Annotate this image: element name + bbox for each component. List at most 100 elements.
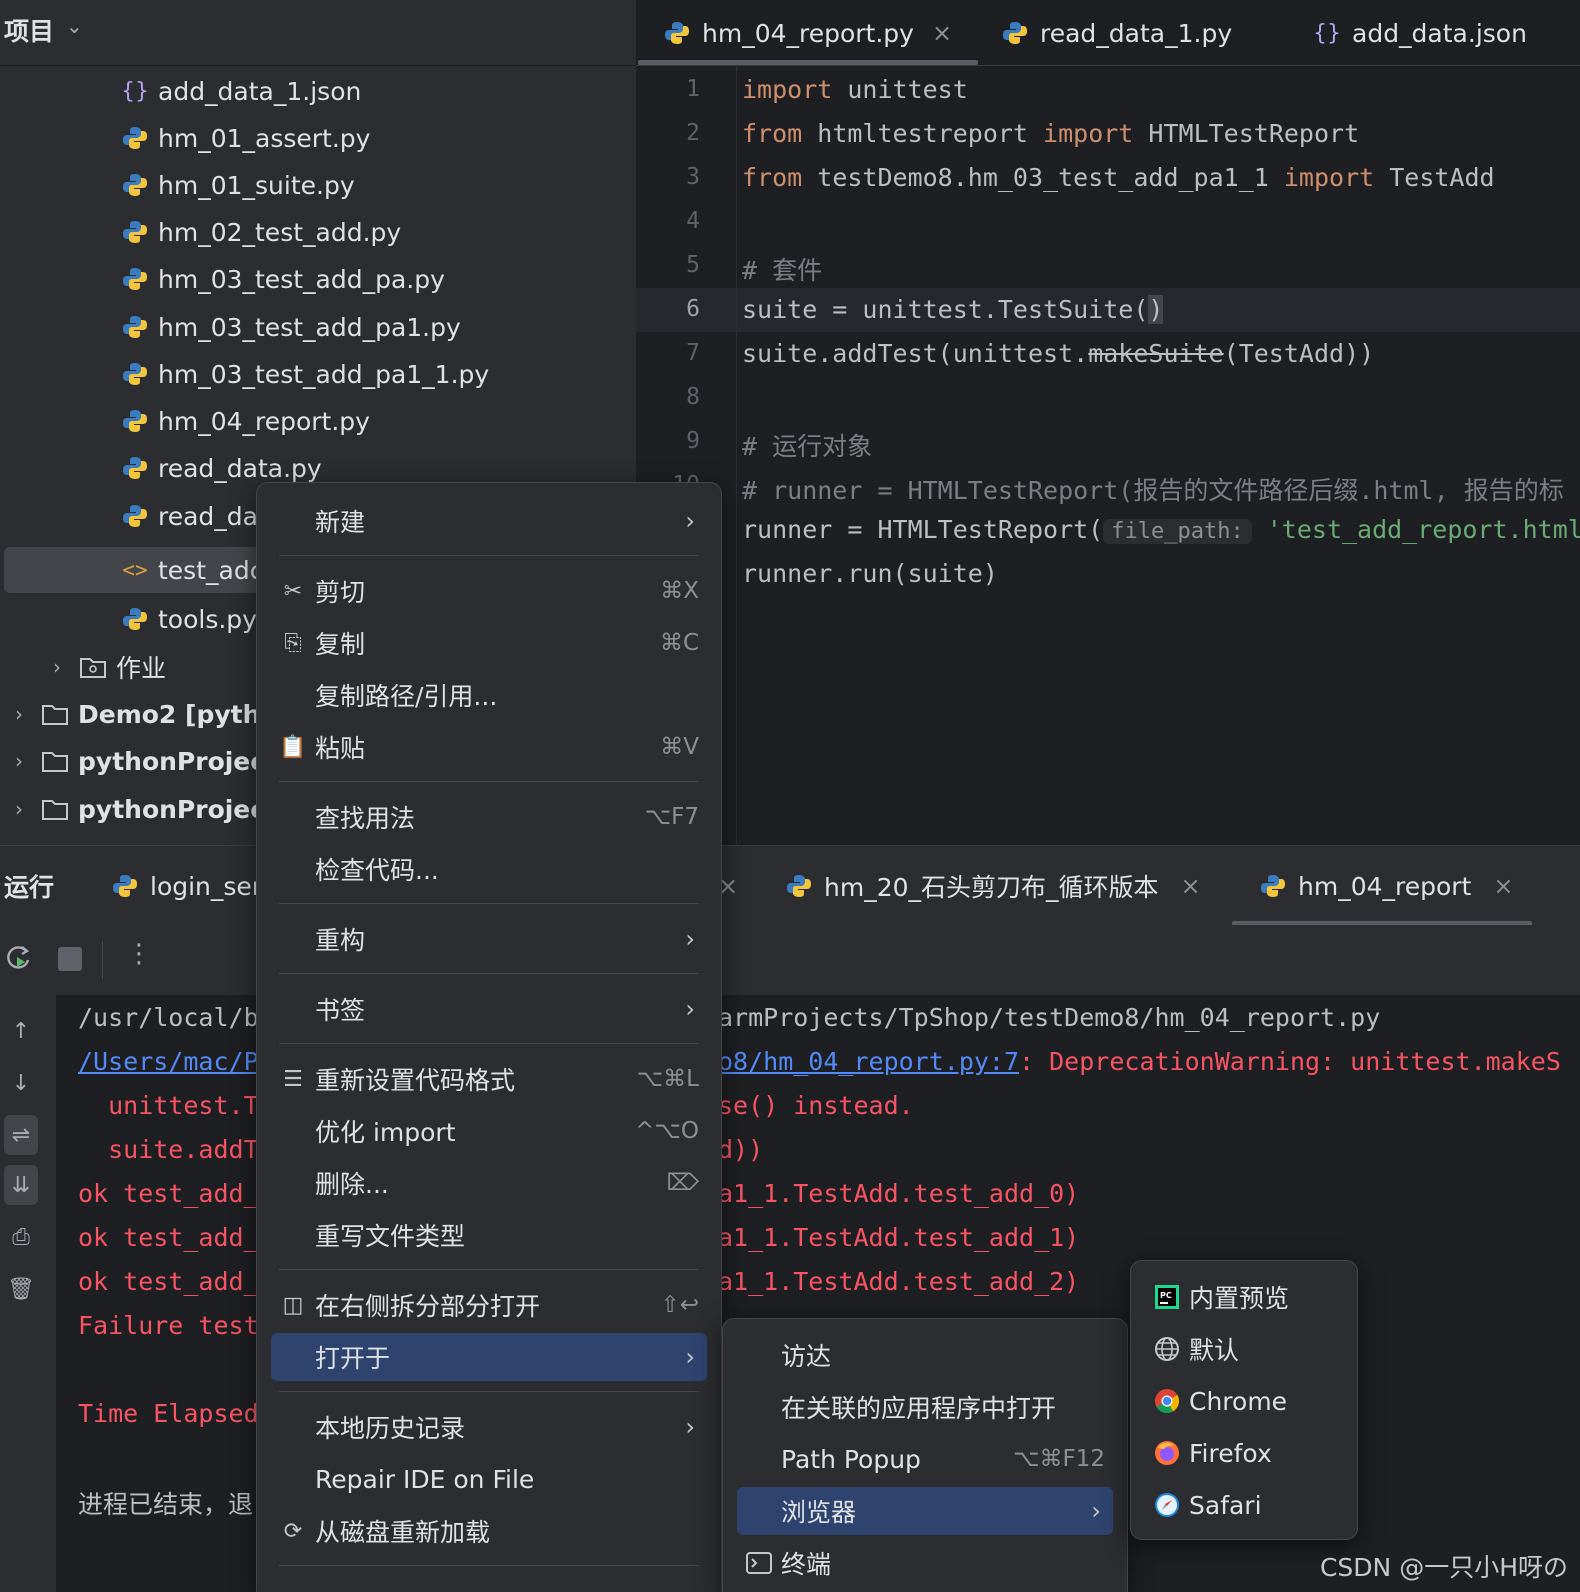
menu-item-open-in-split[interactable]: ◫ 在右侧拆分部分打开 ⇧↩ bbox=[271, 1281, 707, 1329]
chevron-right-icon: › bbox=[685, 925, 695, 953]
soft-wrap-icon[interactable]: ⇌ bbox=[4, 1115, 38, 1155]
chevron-right-icon[interactable]: › bbox=[4, 702, 34, 726]
code-line-5[interactable]: # 套件 bbox=[742, 251, 822, 287]
menu-item-finder[interactable]: 访达 bbox=[737, 1331, 1113, 1379]
menu-item-path-popup[interactable]: Path Popup ⌥⌘F12 bbox=[737, 1435, 1113, 1483]
tree-file-item-selected[interactable]: <> test_adc bbox=[4, 547, 274, 593]
menu-item-default-browser[interactable]: 默认 bbox=[1145, 1325, 1343, 1373]
tab-add-data-json[interactable]: {} add_data.json bbox=[1312, 0, 1527, 66]
python-icon bbox=[120, 264, 150, 294]
code-line-7[interactable]: suite.addTest(unittest.makeSuite(TestAdd… bbox=[742, 339, 1374, 368]
stop-icon[interactable] bbox=[58, 947, 82, 971]
line-number: 6 bbox=[686, 296, 700, 322]
menu-item-refactor[interactable]: 重构 › bbox=[271, 915, 707, 963]
project-title[interactable]: 项目 bbox=[4, 12, 54, 48]
code-line-12[interactable]: runner.run(suite) bbox=[742, 559, 998, 588]
python-icon bbox=[110, 871, 140, 901]
file-name: read_data.py bbox=[158, 453, 322, 483]
file-name: hm_04_report.py bbox=[158, 406, 370, 436]
chevron-right-icon: › bbox=[685, 995, 695, 1023]
python-icon bbox=[1000, 18, 1030, 48]
menu-item-repair-ide[interactable]: Repair IDE on File bbox=[271, 1455, 707, 1503]
code-line-11[interactable]: runner = HTMLTestReport(file_path: 'test… bbox=[742, 515, 1580, 544]
menu-item-optimize-imports[interactable]: 优化 import ^⌥O bbox=[271, 1107, 707, 1155]
menu-item-chrome[interactable]: Chrome bbox=[1145, 1377, 1343, 1425]
tree-file-item[interactable]: hm_04_report.py bbox=[120, 398, 370, 444]
menu-item-builtin-preview[interactable]: PC 内置预览 bbox=[1145, 1273, 1343, 1321]
tab-hm-04-report[interactable]: hm_04_report.py × bbox=[662, 0, 952, 66]
arrow-down-icon[interactable]: ↓ bbox=[4, 1063, 38, 1103]
code-line-3[interactable]: from testDemo8.hm_03_test_add_pa1_1 impo… bbox=[742, 163, 1495, 192]
trash-icon[interactable]: 🗑 bbox=[4, 1269, 38, 1309]
menu-item-safari[interactable]: Safari bbox=[1145, 1481, 1343, 1529]
safari-icon bbox=[1145, 1492, 1189, 1518]
run-tab-login[interactable]: login_ser bbox=[110, 846, 262, 926]
menu-item-open-associated-app[interactable]: 在关联的应用程序中打开 bbox=[737, 1383, 1113, 1431]
tab-read-data-1[interactable]: read_data_1.py bbox=[1000, 0, 1232, 66]
code-line-6[interactable]: suite = unittest.TestSuite() bbox=[742, 295, 1164, 324]
close-icon[interactable]: × bbox=[1493, 872, 1513, 900]
scroll-to-end-icon[interactable]: ⇊ bbox=[4, 1165, 38, 1205]
close-icon[interactable]: × bbox=[932, 19, 952, 47]
menu-item-bookmarks[interactable]: 书签 › bbox=[271, 985, 707, 1033]
code-editor[interactable]: hm_04_report.py × read_data_1.py {} add_… bbox=[636, 0, 1580, 845]
menu-item-new[interactable]: 新建 › bbox=[271, 497, 707, 545]
menu-item-copy-path[interactable]: 复制路径/引用... bbox=[271, 671, 707, 719]
more-options-icon[interactable]: ⋮ bbox=[126, 939, 152, 969]
chevron-down-icon[interactable]: ⌄ bbox=[66, 14, 83, 38]
run-tab-hm-04-report[interactable]: hm_04_report × bbox=[1258, 846, 1513, 926]
tab-label: login_ser bbox=[150, 871, 263, 901]
python-icon bbox=[120, 170, 150, 200]
tree-folder-item[interactable]: › pythonProjec bbox=[4, 786, 265, 832]
project-header: 项目 ⌄ bbox=[0, 0, 636, 66]
tree-file-item[interactable]: hm_01_suite.py bbox=[120, 162, 355, 208]
menu-item-browser[interactable]: 浏览器 › bbox=[737, 1487, 1113, 1535]
chevron-right-icon: › bbox=[1091, 1497, 1101, 1525]
code-line-10[interactable]: # runner = HTMLTestReport(报告的文件路径后缀.html… bbox=[742, 471, 1564, 507]
run-tab-hm-20[interactable]: hm_20_石头剪刀布_循环版本 × bbox=[784, 846, 1201, 926]
output-link[interactable]: /Users/mac/P bbox=[78, 1047, 259, 1076]
chevron-right-icon[interactable]: › bbox=[4, 797, 34, 821]
tree-file-item[interactable]: tools.py bbox=[120, 596, 257, 642]
menu-item-terminal[interactable]: 终端 bbox=[737, 1539, 1113, 1587]
chevron-right-icon[interactable]: › bbox=[4, 749, 34, 773]
tree-file-item[interactable]: hm_03_test_add_pa.py bbox=[120, 256, 445, 302]
print-icon[interactable]: ⎙ bbox=[4, 1217, 38, 1257]
code-line-1[interactable]: import unittest bbox=[742, 75, 968, 104]
code-line-9[interactable]: # 运行对象 bbox=[742, 427, 872, 463]
tree-folder-item[interactable]: › pythonProjec bbox=[4, 738, 265, 784]
tree-folder-item[interactable]: › 作业 bbox=[42, 644, 166, 690]
menu-item-reload-from-disk[interactable]: ⟳ 从磁盘重新加载 bbox=[271, 1507, 707, 1555]
menu-item-copy[interactable]: ⎘ 复制 ⌘C bbox=[271, 619, 707, 667]
menu-item-delete[interactable]: 删除... ⌦ bbox=[271, 1159, 707, 1207]
menu-item-open-in[interactable]: 打开于 › bbox=[271, 1333, 707, 1381]
close-icon[interactable]: × bbox=[1181, 872, 1201, 900]
arrow-up-icon[interactable]: ↑ bbox=[4, 1011, 38, 1051]
output-line: 进程已结束，退 bbox=[78, 1490, 254, 1519]
tree-file-item[interactable]: hm_03_test_add_pa1_1.py bbox=[120, 351, 489, 397]
tree-file-item[interactable]: hm_01_assert.py bbox=[120, 115, 370, 161]
code-line-2[interactable]: from htmltestreport import HTMLTestRepor… bbox=[742, 119, 1359, 148]
tree-file-item[interactable]: {} add_data_1.json bbox=[120, 68, 361, 114]
menu-item-find-usages[interactable]: 查找用法 ⌥F7 bbox=[271, 793, 707, 841]
tree-folder-item[interactable]: › Demo2 [pytho bbox=[4, 691, 278, 737]
menu-item-cut[interactable]: ✂ 剪切 ⌘X bbox=[271, 567, 707, 615]
output-line: a1_1.TestAdd.test_add_2) bbox=[718, 1267, 1080, 1296]
tree-file-item[interactable]: hm_03_test_add_pa1.py bbox=[120, 304, 461, 350]
tree-file-item[interactable]: read_da bbox=[120, 493, 258, 539]
output-line: /usr/local/b bbox=[78, 1003, 259, 1032]
line-number: 7 bbox=[686, 340, 700, 366]
menu-item-override-file-type[interactable]: 重写文件类型 bbox=[271, 1211, 707, 1259]
menu-item-inspect-code[interactable]: 检查代码... bbox=[271, 845, 707, 893]
tree-file-item[interactable]: hm_02_test_add.py bbox=[120, 209, 401, 255]
menu-item-local-history[interactable]: 本地历史记录 › bbox=[271, 1403, 707, 1451]
folder-name: pythonProjec bbox=[78, 794, 266, 824]
chevron-right-icon[interactable]: › bbox=[42, 655, 72, 679]
menu-item-paste[interactable]: 📋 粘贴 ⌘V bbox=[271, 723, 707, 771]
rerun-icon[interactable] bbox=[4, 943, 34, 977]
menu-separator bbox=[279, 1391, 699, 1392]
python-icon bbox=[120, 453, 150, 483]
file-name: test_adc bbox=[158, 555, 264, 585]
menu-item-firefox[interactable]: Firefox bbox=[1145, 1429, 1343, 1477]
menu-item-reformat-code[interactable]: ☰ 重新设置代码格式 ⌥⌘L bbox=[271, 1055, 707, 1103]
